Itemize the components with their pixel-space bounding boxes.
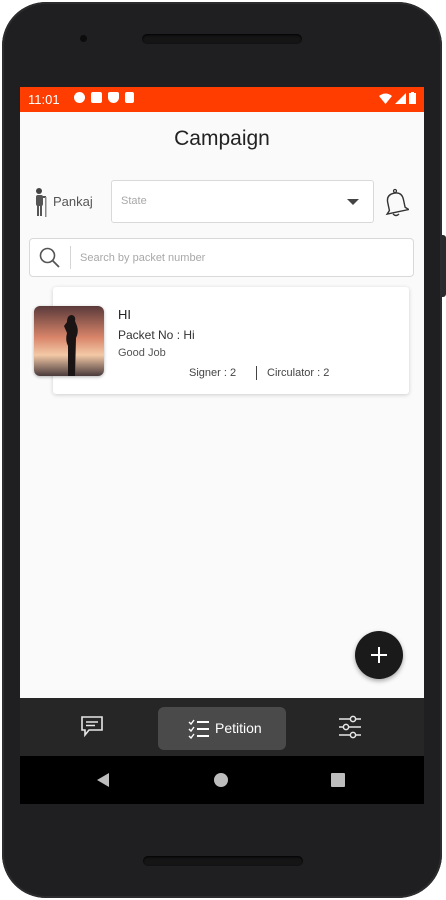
side-button bbox=[442, 235, 446, 297]
state-dropdown[interactable]: State bbox=[111, 180, 374, 223]
settings-icon bbox=[74, 92, 85, 103]
checklist-icon bbox=[188, 719, 209, 739]
chat-icon[interactable] bbox=[80, 714, 104, 738]
status-notification-icons bbox=[74, 92, 134, 103]
search-divider bbox=[70, 246, 71, 269]
petition-description: Good Job bbox=[118, 347, 166, 359]
bottom-speaker bbox=[143, 856, 303, 866]
app-screen: 11:01 Campaign Pankaj State Search by pa… bbox=[20, 87, 424, 804]
petition-thumbnail bbox=[34, 306, 104, 376]
page-title: Campaign bbox=[174, 127, 270, 150]
tab-petition[interactable]: Petition bbox=[158, 707, 286, 750]
petition-packet: Packet No : Hi bbox=[118, 328, 195, 342]
petition-title: HI bbox=[118, 307, 131, 322]
search-bar bbox=[29, 238, 414, 277]
status-time: 11:01 bbox=[28, 92, 60, 107]
wifi-icon bbox=[379, 93, 392, 104]
user-profile[interactable]: Pankaj bbox=[31, 187, 93, 222]
shield-icon bbox=[108, 92, 119, 103]
signer-count: Signer : 2 bbox=[189, 367, 237, 379]
sd-card-icon bbox=[125, 92, 134, 103]
bell-icon[interactable] bbox=[383, 188, 409, 218]
status-bar: 11:01 bbox=[20, 87, 424, 112]
packet-label: Packet No : bbox=[118, 328, 181, 342]
recents-icon[interactable] bbox=[331, 773, 345, 787]
packet-value: Hi bbox=[183, 328, 195, 342]
front-camera bbox=[80, 35, 87, 42]
count-divider bbox=[256, 366, 257, 380]
chevron-down-icon bbox=[347, 199, 359, 205]
state-placeholder: State bbox=[121, 195, 147, 207]
system-navigation-bar bbox=[20, 756, 424, 804]
person-icon bbox=[36, 188, 47, 217]
user-name: Pankaj bbox=[53, 194, 93, 209]
image-icon bbox=[91, 92, 102, 103]
back-icon[interactable] bbox=[97, 773, 109, 787]
tab-petition-label: Petition bbox=[215, 720, 262, 736]
sliders-icon[interactable] bbox=[338, 715, 362, 739]
search-input[interactable] bbox=[78, 247, 402, 269]
add-petition-button[interactable] bbox=[355, 631, 403, 679]
bottom-navigation: Petition bbox=[20, 698, 424, 756]
signal-icon bbox=[395, 92, 406, 104]
circulator-count: Circulator : 2 bbox=[267, 367, 330, 379]
home-icon[interactable] bbox=[214, 773, 228, 787]
search-icon[interactable] bbox=[39, 247, 60, 268]
battery-icon bbox=[409, 92, 416, 104]
top-speaker bbox=[142, 34, 302, 44]
status-system-icons bbox=[379, 92, 416, 104]
